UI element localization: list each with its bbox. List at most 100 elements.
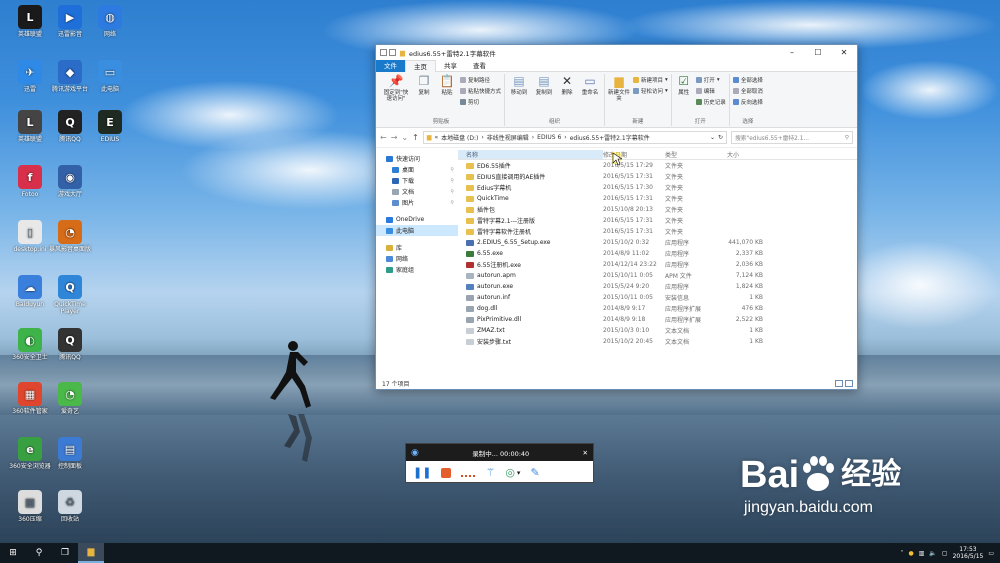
breadcrumb-item[interactable]: 本地磁盘 (D:)	[441, 133, 478, 142]
file-row[interactable]: autorun.exe 2015/5/24 9:20 应用程序 1,824 KB	[458, 281, 857, 292]
forward-arrow-icon[interactable]: →	[391, 133, 398, 142]
file-row[interactable]: 2.EDIUS_6.55_Setup.exe 2015/10/2 0:32 应用程序…	[458, 237, 857, 248]
move-to-button[interactable]: ▤ 移动到	[508, 74, 530, 96]
details-view-icon[interactable]	[835, 379, 843, 387]
nav-item[interactable]: 文档 ⚲	[376, 186, 458, 197]
desktop-icon[interactable]: ◔ 爱奇艺	[47, 382, 93, 415]
open-button[interactable]: 打开 ▾	[695, 76, 726, 84]
history-button[interactable]: 历史记录	[695, 98, 726, 106]
nav-item[interactable]: 网络	[376, 253, 458, 264]
new-folder-icon[interactable]	[389, 49, 396, 56]
webcam-icon[interactable]: ◎	[505, 466, 515, 479]
edit-button[interactable]: 编辑	[695, 87, 726, 95]
address-bar[interactable]: ▆ « 本地磁盘 (D:) › 非线性视屏编辑 › EDIUS 6 › edius6.…	[422, 131, 727, 144]
delete-button[interactable]: ✕ 删除	[558, 74, 576, 96]
column-name[interactable]: 名称	[458, 149, 603, 159]
start-button[interactable]: ⊞	[0, 543, 26, 563]
rename-button[interactable]: ▭ 重命名	[579, 74, 601, 96]
file-row[interactable]: QuickTime 2016/5/15 17:31 文件夹	[458, 193, 857, 204]
stop-icon[interactable]	[441, 467, 452, 478]
maximize-button[interactable]: ☐	[805, 45, 831, 60]
file-row[interactable]: dog.dll 2014/8/9 9:17 应用程序扩展 476 KB	[458, 303, 857, 314]
file-row[interactable]: 安装步骤.txt 2015/10/2 20:45 文本文档 1 KB	[458, 336, 857, 347]
brush-icon[interactable]: ✎	[530, 466, 539, 479]
file-row[interactable]: ZMAZ.txt 2015/10/3 0:10 文本文档 1 KB	[458, 325, 857, 336]
file-row[interactable]: autorun.inf 2015/10/11 0:05 安装信息 1 KB	[458, 292, 857, 303]
file-row[interactable]: 雷特字幕2.1---注册版 2016/5/15 17:31 文件夹	[458, 215, 857, 226]
tab-share[interactable]: 共享	[436, 60, 465, 72]
nav-item[interactable]: OneDrive	[376, 214, 458, 225]
search-button[interactable]: ⚲	[26, 543, 52, 563]
desktop-icon[interactable]: ▤ 控制面板	[47, 437, 93, 470]
desktop-icon[interactable]: E EDIUS	[87, 110, 133, 143]
quick-access-toolbar[interactable]	[380, 49, 396, 56]
chevron-down-icon[interactable]: ▾	[517, 469, 521, 477]
pen-tool-icon[interactable]: ⚚	[485, 466, 495, 479]
file-row[interactable]: EDIUS直接调用的AE插件 2016/5/15 17:31 文件夹	[458, 171, 857, 182]
file-row[interactable]: 6.55.exe 2014/8/9 11:02 应用程序 2,337 KB	[458, 248, 857, 259]
breadcrumb-item[interactable]: 非线性视屏编辑	[487, 133, 529, 142]
new-item-button[interactable]: 新建项目 ▾	[633, 76, 668, 84]
desktop-icon[interactable]: ◉ 游戏大厅	[47, 165, 93, 198]
notification-icon[interactable]: ●	[908, 550, 913, 557]
file-row[interactable]: 雷特字幕软件注册机 2016/5/15 17:31 文件夹	[458, 226, 857, 237]
large-icons-view-icon[interactable]	[845, 379, 853, 387]
easy-access-button[interactable]: 轻松访问 ▾	[633, 87, 668, 95]
invert-selection-button[interactable]: 反向选择	[732, 98, 763, 106]
cut-button[interactable]: 剪切	[460, 98, 501, 106]
close-icon[interactable]: ✕	[583, 449, 588, 457]
nav-item[interactable]: 下载 ⚲	[376, 175, 458, 186]
nav-item[interactable]: 快速访问	[376, 153, 458, 164]
desktop-icon[interactable]: ◔ 暴风影音桌面版	[47, 220, 93, 253]
file-row[interactable]: autorun.apm 2015/10/11 0:05 APM 文件 7,124 KB	[458, 270, 857, 281]
column-type[interactable]: 类型	[665, 150, 727, 159]
nav-item[interactable]: 家庭组	[376, 264, 458, 275]
desktop-icon[interactable]: ▭ 此电脑	[87, 60, 133, 93]
column-size[interactable]: 大小	[727, 150, 763, 159]
refresh-icon[interactable]: ↻	[718, 134, 723, 141]
search-input[interactable]: 搜索"edius6.55+雷特2.1... ⚲	[731, 131, 853, 144]
paste-shortcut-button[interactable]: 粘贴快捷方式	[460, 87, 501, 95]
file-row[interactable]: ED6.55插件 2016/5/15 17:29 文件夹	[458, 160, 857, 171]
nav-item[interactable]: 图片 ⚲	[376, 197, 458, 208]
line-tool-icon[interactable]	[461, 474, 476, 477]
minimize-button[interactable]: –	[779, 45, 805, 60]
network-icon[interactable]: ▥	[919, 550, 925, 557]
action-center-icon[interactable]: ▭	[988, 550, 994, 557]
nav-item[interactable]: 桌面 ⚲	[376, 164, 458, 175]
pin-quick-access-button[interactable]: 📌 固定到"快速访问"	[381, 74, 411, 102]
pause-icon[interactable]: ❚❚	[413, 466, 431, 479]
tab-file[interactable]: 文件	[376, 59, 405, 72]
taskbar-explorer[interactable]: ▆	[78, 543, 104, 563]
copy-to-button[interactable]: ▤ 复制到	[533, 74, 555, 96]
file-row[interactable]: PixPrimitive.dll 2014/8/9 9:18 应用程序扩展 2,522…	[458, 314, 857, 325]
clock[interactable]: 17:53 2016/5/15	[953, 546, 984, 560]
breadcrumb-item[interactable]: edius6.55+雷特2.1字幕软件	[570, 133, 650, 142]
nav-item[interactable]: 库	[376, 242, 458, 253]
chevron-down-icon[interactable]: ⌄	[710, 134, 715, 141]
back-arrow-icon[interactable]: ←	[380, 133, 387, 142]
desktop-icon[interactable]: ◍ 网络	[87, 5, 133, 38]
ime-icon[interactable]: ▢	[942, 550, 948, 557]
copy-path-button[interactable]: 复制路径	[460, 76, 501, 84]
select-none-button[interactable]: 全部取消	[732, 87, 763, 95]
properties-icon[interactable]	[380, 49, 387, 56]
up-arrow-icon[interactable]: ↑	[412, 133, 419, 142]
breadcrumb-item[interactable]: EDIUS 6	[537, 134, 561, 141]
nav-item[interactable]: 此电脑	[376, 225, 458, 236]
desktop-icon[interactable]: ♻ 回收站	[47, 490, 93, 523]
tab-home[interactable]: 主页	[405, 59, 436, 72]
copy-button[interactable]: ❐ 复制	[414, 74, 434, 96]
select-all-button[interactable]: 全部选择	[732, 76, 763, 84]
desktop-icon[interactable]: Q QuickTime Player	[47, 275, 93, 315]
properties-button[interactable]: ☑ 属性	[675, 74, 693, 96]
close-button[interactable]: ✕	[831, 45, 857, 60]
new-folder-button[interactable]: ▆ 新建文件夹	[608, 74, 630, 102]
file-row[interactable]: Edius字幕机 2016/5/15 17:30 文件夹	[458, 182, 857, 193]
file-row[interactable]: 6.55注册机.exe 2014/12/14 23:22 应用程序 2,036 KB	[458, 259, 857, 270]
paste-button[interactable]: 📋 粘贴	[437, 74, 457, 96]
tab-view[interactable]: 查看	[465, 60, 494, 72]
chevron-up-icon[interactable]: ˄	[900, 550, 903, 557]
volume-icon[interactable]: 🔈	[929, 550, 936, 557]
recent-dropdown-icon[interactable]: ⌄	[401, 133, 408, 142]
